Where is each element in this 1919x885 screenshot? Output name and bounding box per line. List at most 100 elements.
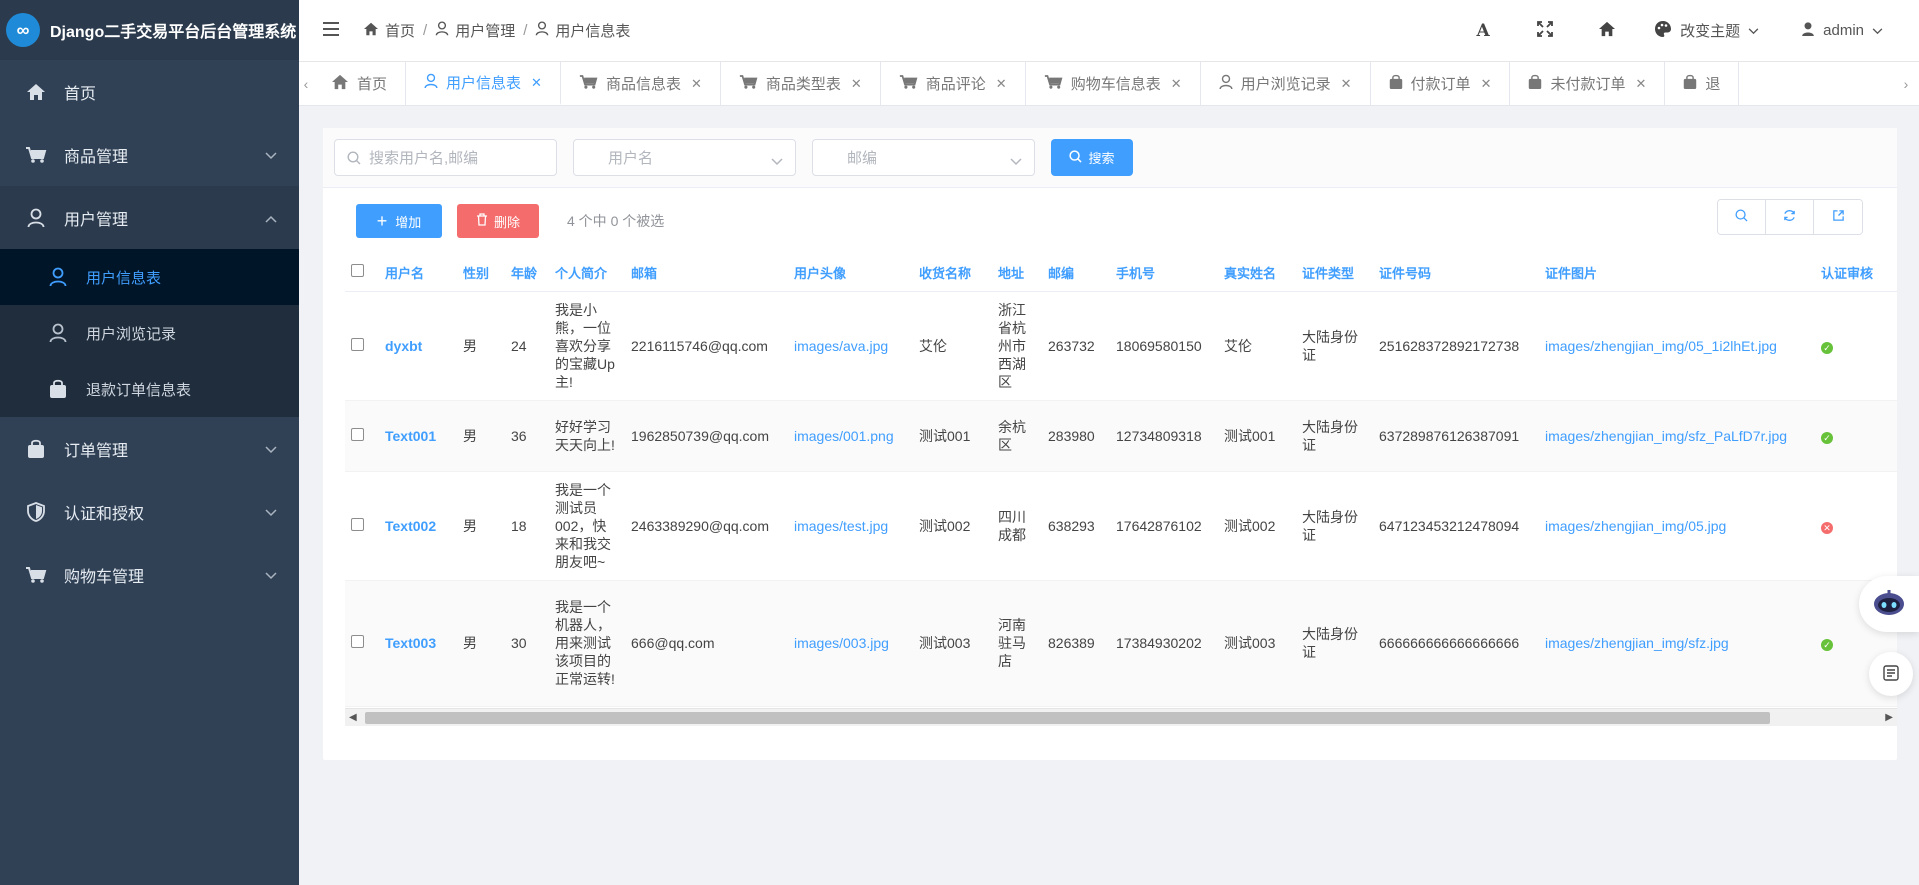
sidebar-item-label: 用户浏览记录 [86,325,177,343]
sidebar-item-users[interactable]: 用户管理 [0,186,299,249]
close-icon[interactable]: ✕ [1635,76,1646,92]
row-checkbox[interactable] [345,291,379,401]
tab-browse-history[interactable]: 用户浏览记录 ✕ [1201,62,1371,105]
theme-switcher[interactable]: 改变主题 [1638,20,1781,42]
menu-toggle-button[interactable] [299,1,363,61]
column-header[interactable]: 收货名称 [913,254,992,292]
username-link[interactable]: Text002 [379,471,457,581]
close-icon[interactable]: ✕ [1171,76,1182,92]
tab-goods-type[interactable]: 商品类型表 ✕ [721,62,881,105]
cart-icon [899,74,918,94]
horizontal-scrollbar[interactable]: ◀ ▶ [345,708,1897,726]
avatar-link[interactable]: images/test.jpg [788,471,913,581]
breadcrumb-label: 用户管理 [455,23,516,40]
sidebar-item-refund-orders[interactable]: 退款订单信息表 [0,361,299,417]
id-image-link[interactable]: images/zhengjian_img/sfz.jpg [1539,580,1815,707]
username-link[interactable]: Text001 [379,400,457,472]
tab-paid-orders[interactable]: 付款订单 ✕ [1371,62,1511,105]
age-cell: 24 [505,291,549,401]
action-bar: + 增加 删除 4 个中 0 个被选 [323,188,1897,254]
close-icon[interactable]: ✕ [531,75,542,91]
export-button[interactable] [1814,200,1862,234]
sidebar-item-home[interactable]: 首页 [0,60,299,123]
tab-user-info[interactable]: 用户信息表 ✕ [406,62,561,105]
row-checkbox[interactable] [345,400,379,472]
breadcrumb-users[interactable]: 用户管理 [435,20,515,41]
column-header[interactable]: 年龄 [505,254,549,292]
tab-refund-orders[interactable]: 退 [1665,62,1740,105]
username-link[interactable]: Text003 [379,580,457,707]
column-header[interactable]: 真实姓名 [1218,254,1296,292]
home-button[interactable] [1576,1,1638,61]
column-header[interactable]: 地址 [992,254,1042,292]
sidebar-item-auth[interactable]: 认证和授权 [0,480,299,543]
sidebar-item-user-info[interactable]: 用户信息表 [0,249,299,305]
toggle-search-button[interactable] [1718,200,1766,234]
delete-button[interactable]: 删除 [457,204,539,238]
notes-button[interactable] [1869,652,1913,696]
sidebar-item-orders[interactable]: 订单管理 [0,417,299,480]
column-header[interactable]: 性别 [457,254,505,292]
column-header[interactable]: 证件图片 [1539,254,1815,292]
user-menu[interactable]: admin [1781,21,1919,41]
user-icon [424,73,438,93]
tab-goods-info[interactable]: 商品信息表 ✕ [561,62,721,105]
id-image-link[interactable]: images/zhengjian_img/05_1i2lhEt.jpg [1539,291,1815,401]
column-header[interactable]: 手机号 [1110,254,1218,292]
sidebar-item-goods[interactable]: 商品管理 [0,123,299,186]
fullscreen-button[interactable] [1514,1,1576,61]
tab-goods-comment[interactable]: 商品评论 ✕ [881,62,1026,105]
avatar-link[interactable]: images/003.jpg [788,580,913,707]
close-icon[interactable]: ✕ [691,76,702,92]
username-link[interactable]: dyxbt [379,291,457,401]
gender-cell: 男 [457,400,505,472]
cart-icon [24,146,48,164]
sidebar-item-browse-history[interactable]: 用户浏览记录 [0,305,299,361]
search-button[interactable]: 搜索 [1051,139,1133,176]
sidebar-item-label: 订单管理 [64,442,129,460]
chat-robot-button[interactable] [1859,576,1919,632]
username-filter-select[interactable]: 用户名 [573,139,796,176]
id-image-link[interactable]: images/zhengjian_img/05.jpg [1539,471,1815,581]
column-header[interactable]: 邮箱 [625,254,788,292]
scroll-right-arrow-icon[interactable]: ▶ [1885,712,1893,723]
font-size-button[interactable]: A [1452,1,1514,61]
cart-icon [579,74,598,94]
tab-label: 用户信息表 [446,75,522,92]
close-icon[interactable]: ✕ [851,76,862,92]
column-header[interactable]: 证件类型 [1296,254,1373,292]
brand[interactable]: ∞ Django二手交易平台后台管理系统 [0,0,299,60]
select-all-checkbox[interactable] [345,254,379,292]
close-icon[interactable]: ✕ [1341,76,1352,92]
scrollbar-thumb[interactable] [365,712,1770,724]
id-image-link[interactable]: images/zhengjian_img/sfz_PaLfD7r.jpg [1539,400,1815,472]
column-header[interactable]: 认证审核 [1815,254,1897,292]
export-icon [1832,209,1845,225]
zipcode-filter-select[interactable]: 邮编 [812,139,1035,176]
tab-unpaid-orders[interactable]: 未付款订单 ✕ [1510,62,1666,105]
scroll-left-arrow-icon[interactable]: ◀ [349,712,357,723]
column-header[interactable]: 用户名 [379,254,457,292]
tab-home[interactable]: 首页 [313,62,407,105]
refresh-button[interactable] [1766,200,1814,234]
column-header[interactable]: 个人简介 [549,254,625,292]
tab-cart-info[interactable]: 购物车信息表 ✕ [1026,62,1201,105]
font-size-icon: A [1476,20,1490,41]
row-checkbox[interactable] [345,580,379,707]
close-icon[interactable]: ✕ [996,76,1007,92]
keyword-search-input[interactable]: 搜索用户名,邮编 [334,139,557,176]
column-header[interactable]: 邮编 [1042,254,1110,292]
breadcrumb-home[interactable]: 首页 [363,20,415,41]
column-header[interactable]: 证件号码 [1373,254,1539,292]
add-button[interactable]: + 增加 [356,204,442,238]
avatar-link[interactable]: images/ava.jpg [788,291,913,401]
tab-scroll-right-button[interactable]: › [1893,62,1919,105]
column-header[interactable]: 用户头像 [788,254,913,292]
sidebar-item-cart[interactable]: 购物车管理 [0,543,299,606]
row-checkbox[interactable] [345,471,379,581]
close-icon[interactable]: ✕ [1481,76,1492,92]
tab-label: 退 [1705,76,1721,93]
avatar-link[interactable]: images/001.png [788,400,913,472]
sidebar-item-label: 用户管理 [64,211,129,229]
tab-scroll-left-button[interactable]: ‹ [299,62,313,105]
